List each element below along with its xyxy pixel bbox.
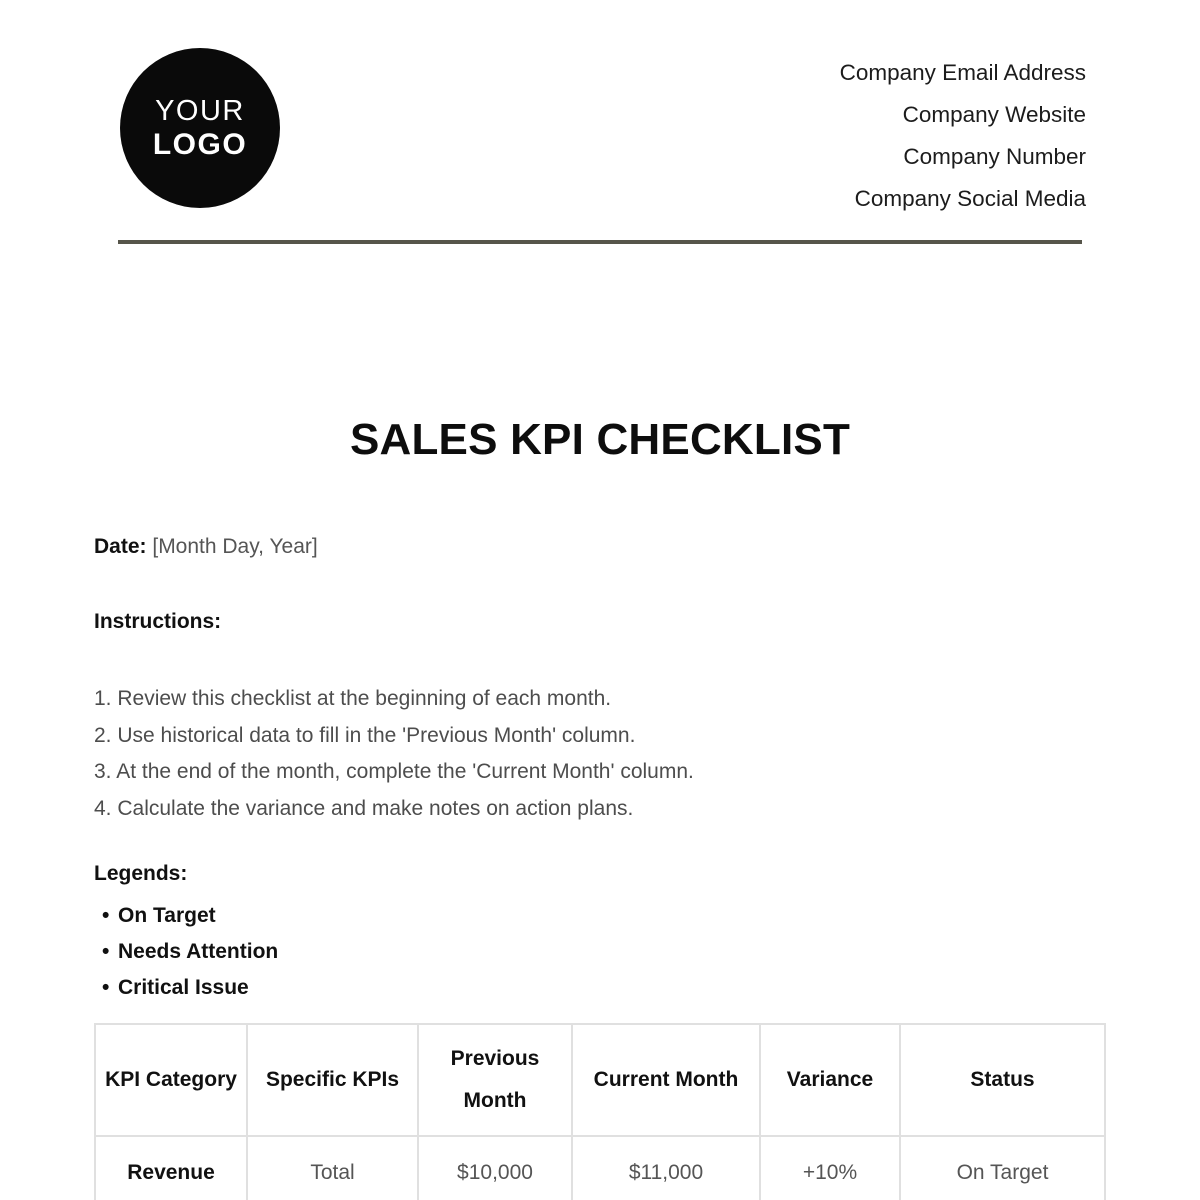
instruction-item: 2. Use historical data to fill in the 'P… [94,723,636,747]
column-header-status: Status [899,1023,1106,1137]
instruction-item: 4. Calculate the variance and make notes… [94,796,634,820]
contact-email-placeholder: Company Email Address [839,60,1086,85]
kpi-table-container: KPI Category Specific KPIs Previous Mont… [94,1023,1106,1200]
legend-item-critical-issue: Critical Issue [94,970,594,1006]
cell-previous-month[interactable]: $10,000 [417,1135,573,1200]
instructions-heading: Instructions: [94,610,222,633]
contact-number-placeholder: Company Number [903,144,1086,169]
contact-website-placeholder: Company Website [902,102,1086,127]
company-contact-block: Company Email Address Company Website Co… [840,52,1086,220]
column-header-specific-kpis: Specific KPIs [246,1023,419,1137]
logo-line-logo: LOGO [152,127,248,161]
column-header-previous-month: Previous Month [417,1023,573,1137]
column-header-variance: Variance [759,1023,901,1137]
column-header-kpi-category: KPI Category [94,1023,248,1137]
legends-list: On Target Needs Attention Critical Issue [94,898,594,1006]
document-page: YOUR LOGO Company Email Address Company … [0,0,1200,1200]
logo-line-your: YOUR [155,94,245,127]
legends-heading: Legends: [94,862,188,885]
legend-item-on-target: On Target [94,898,594,934]
cell-kpi-category: Revenue [94,1135,248,1200]
cell-specific-kpi[interactable]: Total [246,1135,419,1200]
table-header-row: KPI Category Specific KPIs Previous Mont… [94,1023,1106,1137]
document-header: YOUR LOGO Company Email Address Company … [0,0,1200,245]
instruction-item: 3. At the end of the month, complete the… [94,760,694,783]
contact-social-media-placeholder: Company Social Media [854,186,1086,211]
kpi-table: KPI Category Specific KPIs Previous Mont… [94,1023,1106,1200]
legend-item-needs-attention: Needs Attention [94,934,594,970]
date-label: Date: [94,535,147,558]
date-value[interactable]: [Month Day, Year] [152,535,317,558]
cell-current-month[interactable]: $11,000 [571,1135,761,1200]
cell-variance[interactable]: +10% [759,1135,901,1200]
table-row: Revenue Total $10,000 $11,000 +10% On Ta… [94,1135,1106,1200]
company-logo: YOUR LOGO [120,48,280,208]
header-divider-rule [118,240,1082,244]
column-header-current-month: Current Month [571,1023,761,1137]
instruction-item: 1. Review this checklist at the beginnin… [94,687,612,710]
date-row: Date: [Month Day, Year] [94,535,318,559]
page-title: SALES KPI CHECKLIST [349,415,851,464]
cell-status[interactable]: On Target [899,1135,1106,1200]
instructions-list: 1. Review this checklist at the beginnin… [94,681,994,827]
